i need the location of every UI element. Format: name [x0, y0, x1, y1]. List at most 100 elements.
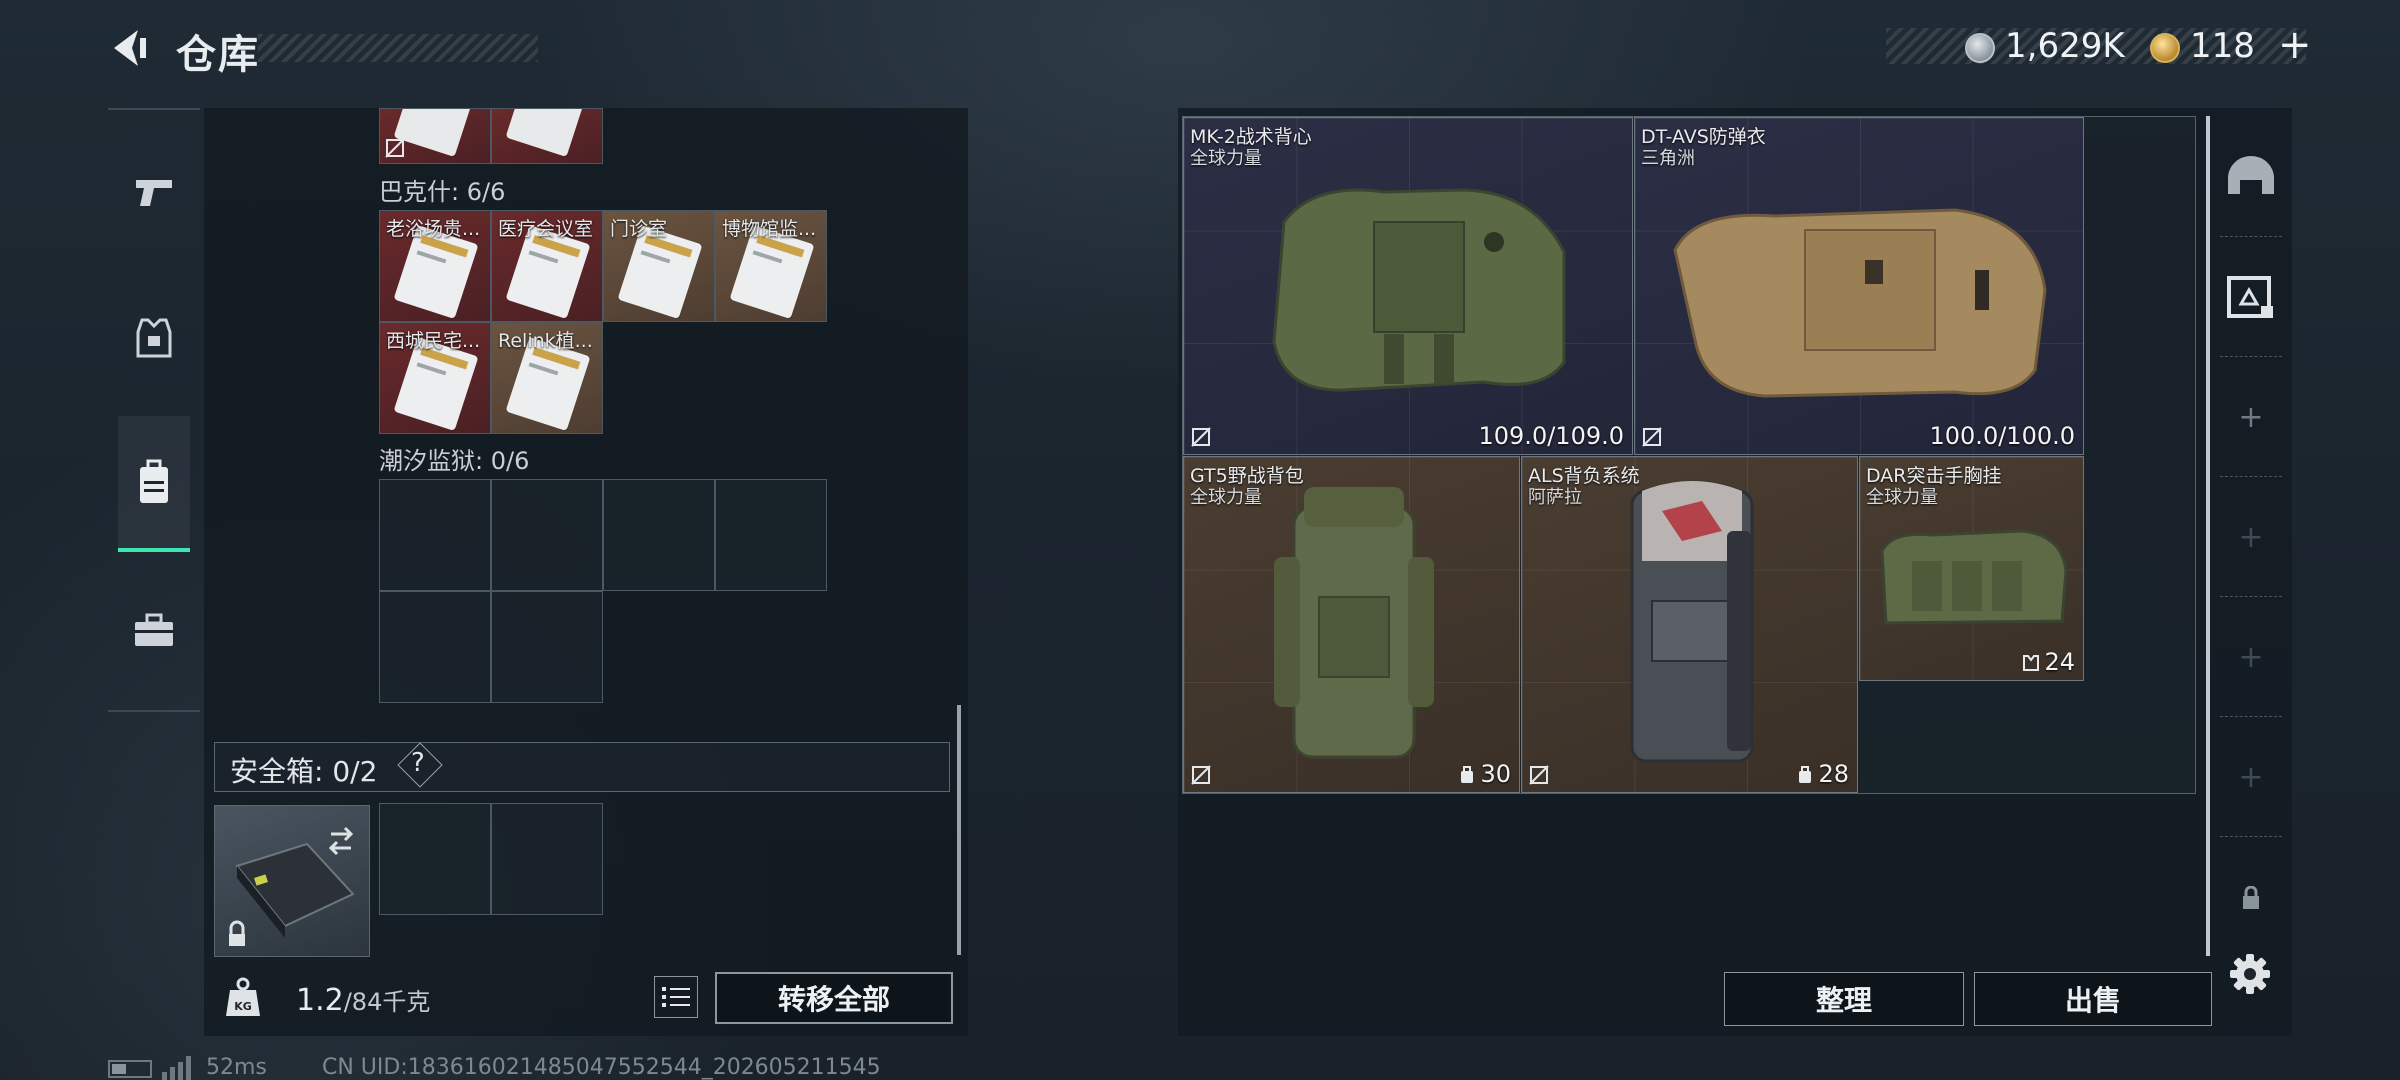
settings-button[interactable]: [2228, 952, 2272, 996]
capacity-readout: 24: [2022, 648, 2075, 676]
item-gt5-backpack[interactable]: GT5野战背包 全球力量 30: [1183, 456, 1520, 793]
weight-value: 1.2: [296, 983, 344, 1018]
tab-armor[interactable]: [118, 270, 190, 406]
capacity-value: 24: [2044, 648, 2075, 676]
plus-icon: +: [2238, 759, 2264, 795]
title-decoration: [258, 34, 538, 62]
backpack-capacity-icon: [1799, 766, 1812, 783]
no-insure-icon: [385, 138, 405, 158]
keycard-label: 老浴场贵...: [386, 218, 481, 240]
container-scrollbar[interactable]: [2206, 116, 2210, 956]
help-button[interactable]: ?: [411, 748, 425, 778]
gear-icon: [2230, 954, 2270, 994]
item-als-carrier[interactable]: ALS背负系统 阿萨拉 28: [1521, 456, 1858, 793]
item-faction: 阿萨拉: [1528, 487, 1582, 508]
swap-icon: [328, 826, 354, 856]
svg-text:KG: KG: [234, 1000, 252, 1013]
tab-case[interactable]: [118, 562, 190, 698]
left-nav: [108, 108, 200, 712]
rail-slot-locked[interactable]: [2214, 838, 2288, 958]
page-title: 仓库: [176, 32, 260, 78]
list-view-button[interactable]: [654, 976, 698, 1018]
item-faction: 全球力量: [1190, 487, 1262, 508]
keycard-label: 博物馆监...: [722, 218, 817, 240]
tab-weapons[interactable]: [118, 124, 190, 260]
weight-icon: KG: [226, 977, 260, 1016]
sort-button[interactable]: 整理: [1724, 972, 1964, 1026]
transfer-all-button[interactable]: 转移全部: [715, 972, 953, 1024]
weight-readout: 1.2/84千克: [296, 982, 430, 1018]
keycard-slot[interactable]: 西城民宅...: [379, 322, 491, 434]
keycard-label: 医疗会议室: [498, 218, 594, 240]
silver-coin-icon: [1965, 33, 1995, 63]
battery-level: [112, 1064, 126, 1074]
item-mk2-vest[interactable]: MK-2战术背心 全球力量 109.0/109.0: [1183, 117, 1633, 455]
chest-rig-capacity-icon: [2023, 655, 2040, 671]
keycard-label: Relink植...: [498, 330, 593, 352]
user-uid: CN UID:1836160214850475525​44_2026052115…: [322, 1055, 881, 1080]
keycard-slot[interactable]: 博物馆监...: [715, 210, 827, 322]
keycard-label: 门诊室: [610, 218, 668, 240]
item-dt-avs-armor[interactable]: DT-AVS防弹衣 三角洲 100.0/100.0: [1634, 117, 2084, 455]
rail-slot-add[interactable]: +: [2214, 358, 2288, 476]
keycard-slot[interactable]: 门诊室: [603, 210, 715, 322]
body-armor-icon: [1673, 208, 2047, 398]
plus-icon: +: [2238, 639, 2264, 675]
safe-box-icon: [2227, 276, 2273, 318]
rail-slot-add[interactable]: +: [2214, 598, 2288, 716]
weight-capacity: /84千克: [343, 988, 431, 1016]
keycard-label: 西城民宅...: [386, 330, 481, 352]
tactical-vest-icon: [1272, 188, 1566, 392]
gold-coin-icon: [2150, 33, 2180, 63]
durability-value: 109.0/109.0: [1478, 422, 1625, 450]
keycard-slot-partial[interactable]: [379, 108, 491, 164]
rail-slot-helmet[interactable]: [2214, 118, 2288, 236]
stash-scrollbar[interactable]: [957, 705, 961, 955]
safe-box-item[interactable]: [214, 805, 370, 957]
capacity-readout: 30: [1458, 760, 1511, 788]
empty-slot[interactable]: [491, 479, 603, 591]
briefcase-icon: [135, 613, 173, 646]
empty-slot[interactable]: [491, 591, 603, 703]
capacity-value: 30: [1480, 760, 1511, 788]
item-faction: 全球力量: [1190, 148, 1262, 169]
sell-button[interactable]: 出售: [1974, 972, 2212, 1026]
safe-box-label: 安全箱: 0/2: [230, 755, 378, 788]
empty-slot[interactable]: [379, 479, 491, 591]
item-faction: 全球力量: [1866, 487, 1938, 508]
capacity-readout: 28: [1796, 760, 1849, 788]
backpack-capacity-icon: [1461, 766, 1474, 783]
no-insure-icon: [1191, 427, 1211, 447]
section-label-tidal-prison: 潮汐监狱: 0/6: [379, 447, 530, 475]
lock-icon: [229, 920, 245, 946]
rail-slot-add[interactable]: +: [2214, 718, 2288, 836]
no-insure-icon: [1529, 765, 1549, 785]
capacity-value: 28: [1818, 760, 1849, 788]
safe-box-slot[interactable]: [379, 803, 491, 915]
armor-vest-icon: [136, 318, 172, 358]
back-button[interactable]: [104, 24, 152, 72]
helmet-icon: [2228, 156, 2274, 194]
pistol-icon: [136, 180, 172, 206]
safe-box-slot[interactable]: [491, 803, 603, 915]
plus-icon: +: [2238, 519, 2264, 555]
empty-slot[interactable]: [379, 591, 491, 703]
item-dar-chest-rig[interactable]: DAR突击手胸挂 全球力量 24: [1859, 456, 2084, 681]
tab-backpack[interactable]: [118, 416, 190, 552]
keycard-slot[interactable]: 老浴场贵...: [379, 210, 491, 322]
plus-icon: +: [2238, 399, 2264, 435]
keycard-slot[interactable]: 医疗会议室: [491, 210, 603, 322]
lock-icon: [2243, 886, 2259, 909]
empty-slot[interactable]: [603, 479, 715, 591]
rail-slot-add[interactable]: +: [2214, 478, 2288, 596]
back-arrow-icon: [114, 30, 146, 66]
keycard-slot-partial[interactable]: [491, 108, 603, 164]
rail-slot-safe-box[interactable]: [2214, 238, 2288, 356]
signal-icon: [162, 1056, 191, 1080]
add-currency-button[interactable]: +: [2278, 22, 2312, 68]
silver-currency-value: 1,629K: [2005, 26, 2125, 66]
field-backpack-icon: [1274, 487, 1434, 759]
keycard-slot[interactable]: Relink植...: [491, 322, 603, 434]
backpack-icon: [140, 459, 168, 503]
empty-slot[interactable]: [715, 479, 827, 591]
